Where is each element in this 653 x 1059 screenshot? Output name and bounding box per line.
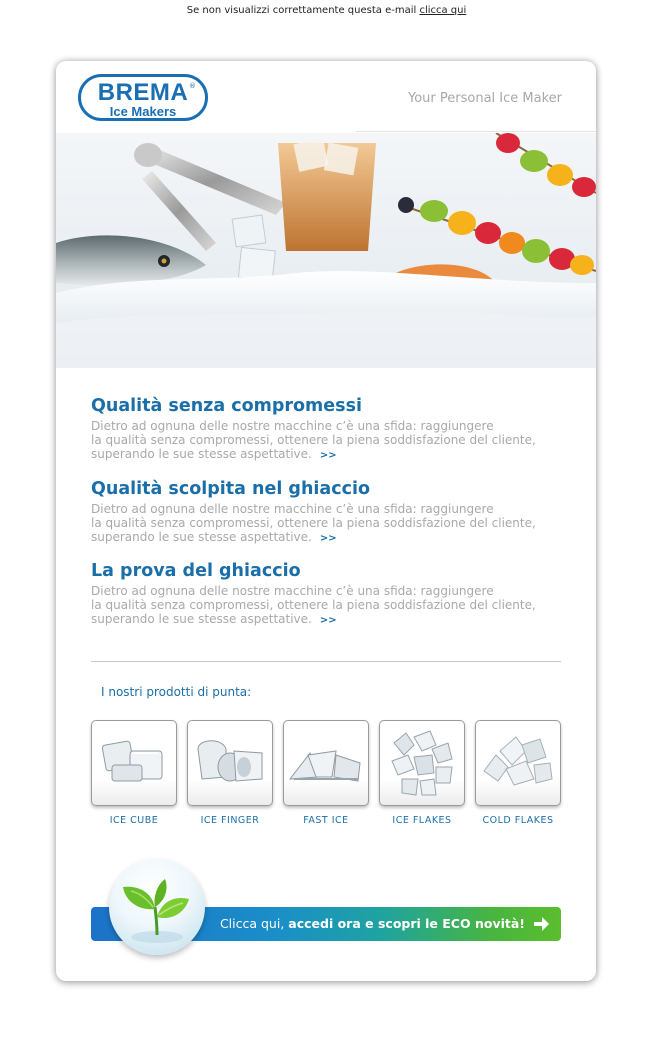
article-body: Dietro ad ognuna delle nostre macchine c… (91, 584, 561, 628)
cold-flakes-icon (483, 736, 553, 786)
ice-cube-icon (101, 740, 163, 782)
article-title[interactable]: Qualità scolpita nel ghiaccio (91, 478, 561, 500)
arrow-right-icon[interactable] (531, 914, 551, 934)
article-title[interactable]: Qualità senza compromessi (91, 395, 561, 417)
logo-registered-mark: ® (189, 82, 196, 90)
product-ice-cube[interactable]: ICE CUBE (91, 720, 177, 826)
article-title[interactable]: La prova del ghiaccio (91, 560, 561, 582)
read-more-link[interactable]: >> (320, 615, 337, 626)
ice-flakes-icon (391, 730, 453, 796)
article-body-text: Dietro ad ognuna delle nostre macchine c… (91, 419, 536, 461)
header-divider (356, 131, 596, 132)
product-label[interactable]: FAST ICE (283, 815, 369, 826)
cold-flakes-thumbnail[interactable] (475, 720, 561, 806)
article-body-text: Dietro ad ognuna delle nostre macchine c… (91, 584, 536, 626)
fast-ice-icon (288, 750, 361, 782)
logo-brand: BREMA (97, 79, 189, 106)
view-online-notice: Se non visualizzi correttamente questa e… (0, 5, 653, 16)
logo-subtitle: Ice Makers (109, 104, 177, 119)
product-label[interactable]: COLD FLAKES (475, 815, 561, 826)
article-2: Qualità scolpita nel ghiaccio Dietro ad … (91, 478, 561, 546)
product-cold-flakes[interactable]: COLD FLAKES (475, 720, 561, 826)
brema-logo[interactable]: BREMA ® Ice Makers (78, 74, 208, 121)
read-more-link[interactable]: >> (320, 450, 337, 461)
fast-ice-thumbnail[interactable] (283, 720, 369, 806)
eco-plant-emblem[interactable] (109, 859, 205, 955)
view-online-text: Se non visualizzi correttamente questa e… (186, 5, 417, 16)
eco-banner-text[interactable]: Clicca qui, accedi ora e scopri le ECO n… (220, 916, 525, 931)
view-online-link[interactable]: clicca qui (419, 5, 466, 16)
products-heading: I nostri prodotti di punta: (101, 685, 252, 699)
article-1: Qualità senza compromessi Dietro ad ognu… (91, 395, 561, 463)
sprout-icon (123, 879, 189, 943)
product-ice-finger[interactable]: ICE FINGER (187, 720, 273, 826)
hero-illustration (56, 133, 596, 368)
ice-flakes-thumbnail[interactable] (379, 720, 465, 806)
article-body: Dietro ad ognuna delle nostre macchine c… (91, 419, 561, 463)
article-3: La prova del ghiaccio Dietro ad ognuna d… (91, 560, 561, 628)
product-ice-flakes[interactable]: ICE FLAKES (379, 720, 465, 826)
newsletter-card: BREMA ® Ice Makers Your Personal Ice Mak… (56, 61, 596, 981)
eco-text-highlight: accedi ora e scopri le ECO novità! (288, 916, 525, 931)
ice-finger-icon (197, 740, 263, 782)
product-fast-ice[interactable]: FAST ICE (283, 720, 369, 826)
tagline: Your Personal Ice Maker (408, 91, 562, 106)
product-label[interactable]: ICE FLAKES (379, 815, 465, 826)
article-body-text: Dietro ad ognuna delle nostre macchine c… (91, 502, 536, 544)
eco-text-intro: Clicca qui, (219, 916, 285, 931)
read-more-link[interactable]: >> (320, 533, 337, 544)
product-label[interactable]: ICE FINGER (187, 815, 273, 826)
section-divider (91, 661, 561, 662)
ice-cube-thumbnail[interactable] (91, 720, 177, 806)
ice-finger-thumbnail[interactable] (187, 720, 273, 806)
article-body: Dietro ad ognuna delle nostre macchine c… (91, 502, 561, 546)
hero-image[interactable] (56, 133, 596, 368)
product-label[interactable]: ICE CUBE (91, 815, 177, 826)
